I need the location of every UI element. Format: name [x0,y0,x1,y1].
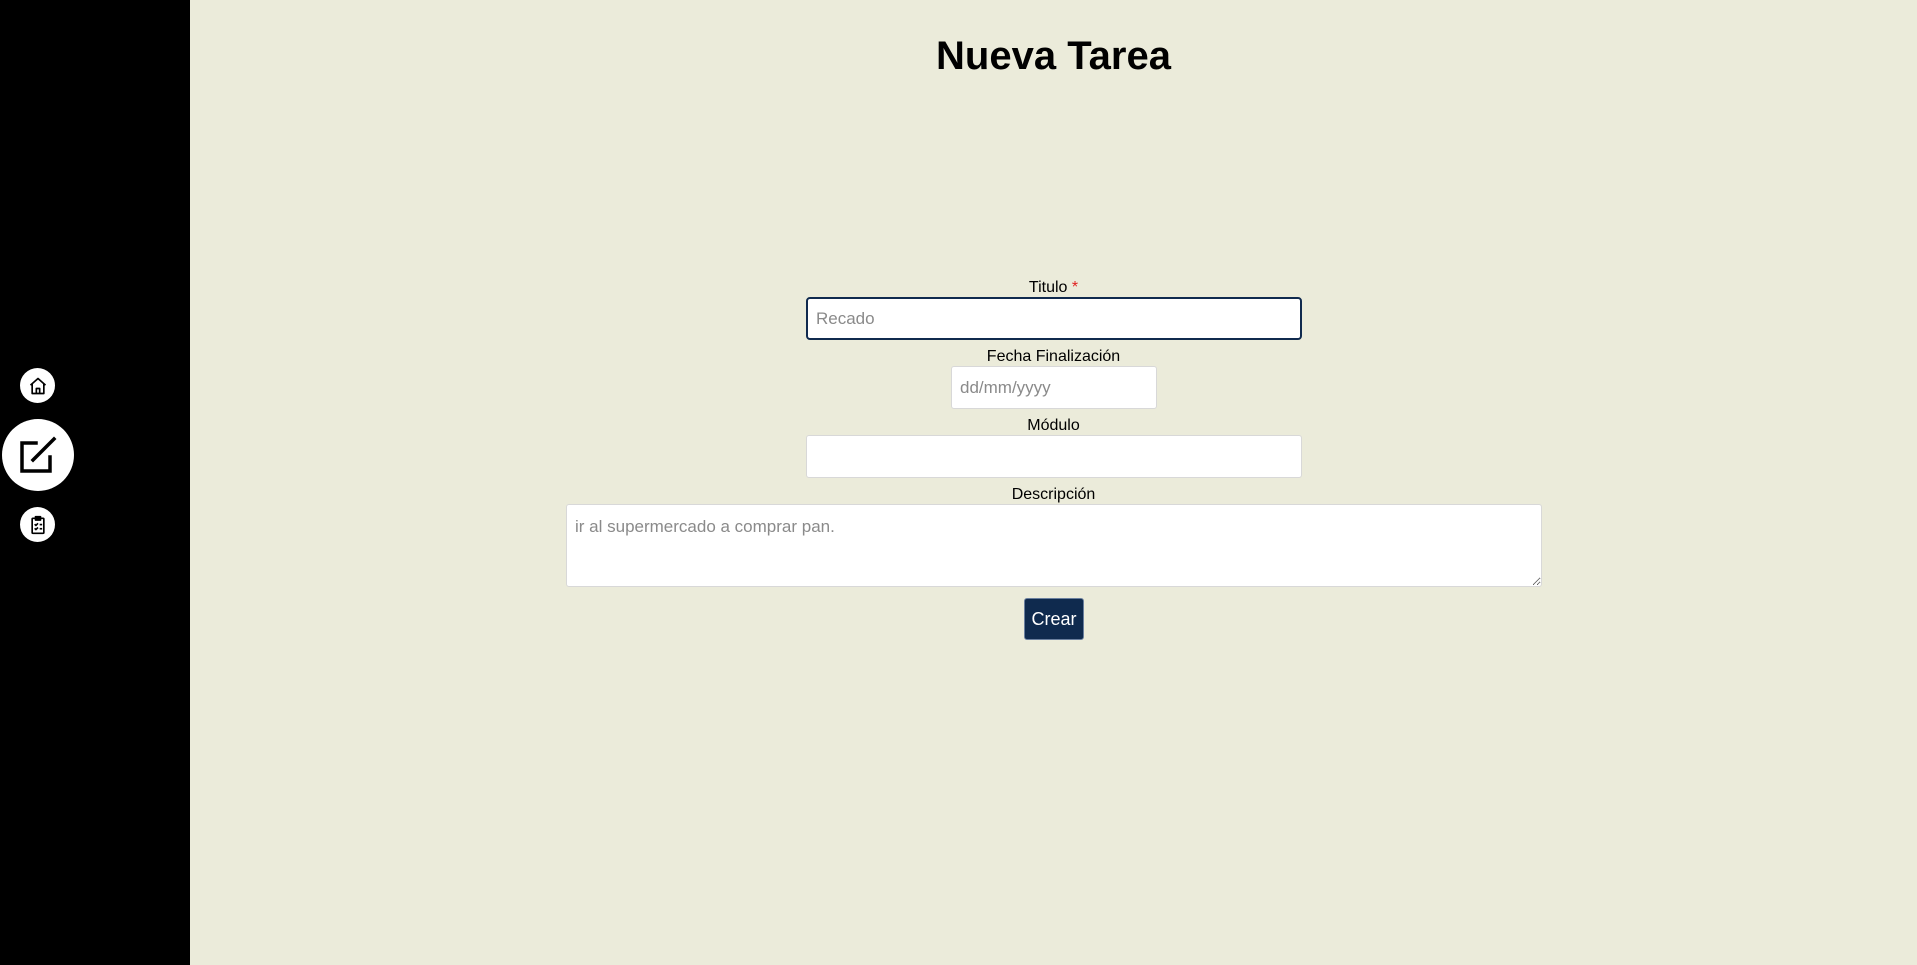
fecha-finalizacion-input[interactable] [951,366,1157,409]
main-content: Nueva Tarea Titulo * Fecha Finalización … [190,0,1917,965]
page-title: Nueva Tarea [936,34,1171,78]
home-icon [29,377,46,394]
edit-icon [20,436,57,473]
modulo-label: Módulo [1027,417,1080,434]
required-mark: * [1071,279,1079,296]
sidebar [0,0,190,965]
descripcion-textarea[interactable] [566,504,1542,587]
sidebar-item-new-task[interactable] [2,419,74,491]
sidebar-item-task-list[interactable] [20,507,55,542]
descripcion-label: Descripción [1011,486,1096,503]
crear-button[interactable]: Crear [1024,598,1084,640]
titulo-label-text: Titulo [1028,279,1068,296]
titulo-label: Titulo * [190,278,1917,297]
fecha-label: Fecha Finalización [986,348,1121,365]
titulo-input[interactable] [806,297,1302,340]
modulo-input[interactable] [806,435,1302,478]
clipboard-check-icon [30,515,45,534]
sidebar-item-home[interactable] [20,368,55,403]
